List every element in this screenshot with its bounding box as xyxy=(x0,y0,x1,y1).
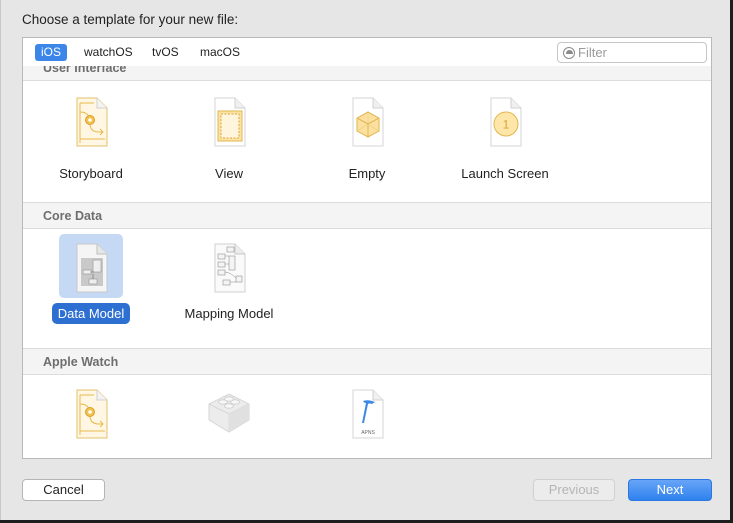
filter-input[interactable] xyxy=(578,44,702,61)
section-title: User Interface xyxy=(43,66,127,75)
template-storyboard[interactable]: Storyboard xyxy=(31,88,151,198)
template-mapping-model[interactable]: Mapping Model xyxy=(169,228,289,338)
template-data-model[interactable]: Data Model xyxy=(31,228,151,338)
filter-field[interactable] xyxy=(557,42,707,63)
template-empty[interactable]: Empty xyxy=(307,88,427,198)
watchkit-settings-icon xyxy=(208,393,250,433)
section-header-core-data: Core Data xyxy=(23,202,711,229)
template-watch-storyboard[interactable]: Storyboard xyxy=(31,374,151,459)
platform-toolbar: iOS watchOS tvOS macOS xyxy=(23,38,711,66)
template-scroll-area[interactable]: User Interface Storyboard View Empty 1 L… xyxy=(23,66,711,459)
view-icon xyxy=(214,97,246,147)
section-title: Apple Watch xyxy=(43,355,119,369)
tab-watchos[interactable]: watchOS xyxy=(78,44,139,61)
template-launch-screen[interactable]: 1 Launch Screen xyxy=(445,88,565,198)
mapping-model-icon xyxy=(214,243,246,293)
template-label: Mapping Model xyxy=(184,306,274,321)
template-view[interactable]: View xyxy=(169,88,289,198)
data-model-icon xyxy=(76,243,108,293)
section-header-apple-watch: Apple Watch xyxy=(23,348,711,375)
section-title: Core Data xyxy=(43,209,103,223)
next-button[interactable]: Next xyxy=(628,479,712,501)
template-label: View xyxy=(215,166,243,181)
previous-button[interactable]: Previous xyxy=(533,479,615,501)
section-header-user-interface: User Interface xyxy=(23,66,711,81)
template-notification[interactable]: APNS Notification xyxy=(307,374,427,459)
svg-text:1: 1 xyxy=(503,118,510,132)
template-panel: iOS watchOS tvOS macOS User Interface xyxy=(22,37,712,459)
template-label: Empty xyxy=(348,166,386,181)
template-label: Data Model xyxy=(31,303,151,324)
tab-ios[interactable]: iOS xyxy=(35,44,68,61)
template-label: Storyboard xyxy=(59,166,123,181)
template-label: WatchKit Settings xyxy=(169,458,289,459)
filter-icon xyxy=(563,47,575,59)
cancel-button[interactable]: Cancel xyxy=(22,479,105,501)
storyboard-icon xyxy=(76,97,108,147)
svg-text:APNS: APNS xyxy=(361,430,375,436)
new-file-dialog: Choose a template for your new file: iOS… xyxy=(0,0,730,520)
empty-cube-icon xyxy=(352,97,384,147)
template-label: Notification xyxy=(307,458,427,459)
template-watchkit-settings[interactable]: WatchKit Settings xyxy=(169,374,289,459)
storyboard-icon xyxy=(76,389,108,439)
dialog-prompt: Choose a template for your new file: xyxy=(22,12,239,27)
template-label: Storyboard xyxy=(31,458,151,459)
notification-apns-icon: APNS xyxy=(352,389,384,439)
tab-macos[interactable]: macOS xyxy=(194,44,246,61)
launch-screen-icon: 1 xyxy=(490,97,522,147)
template-label: Launch Screen xyxy=(461,166,549,181)
tab-tvos[interactable]: tvOS xyxy=(146,44,185,61)
